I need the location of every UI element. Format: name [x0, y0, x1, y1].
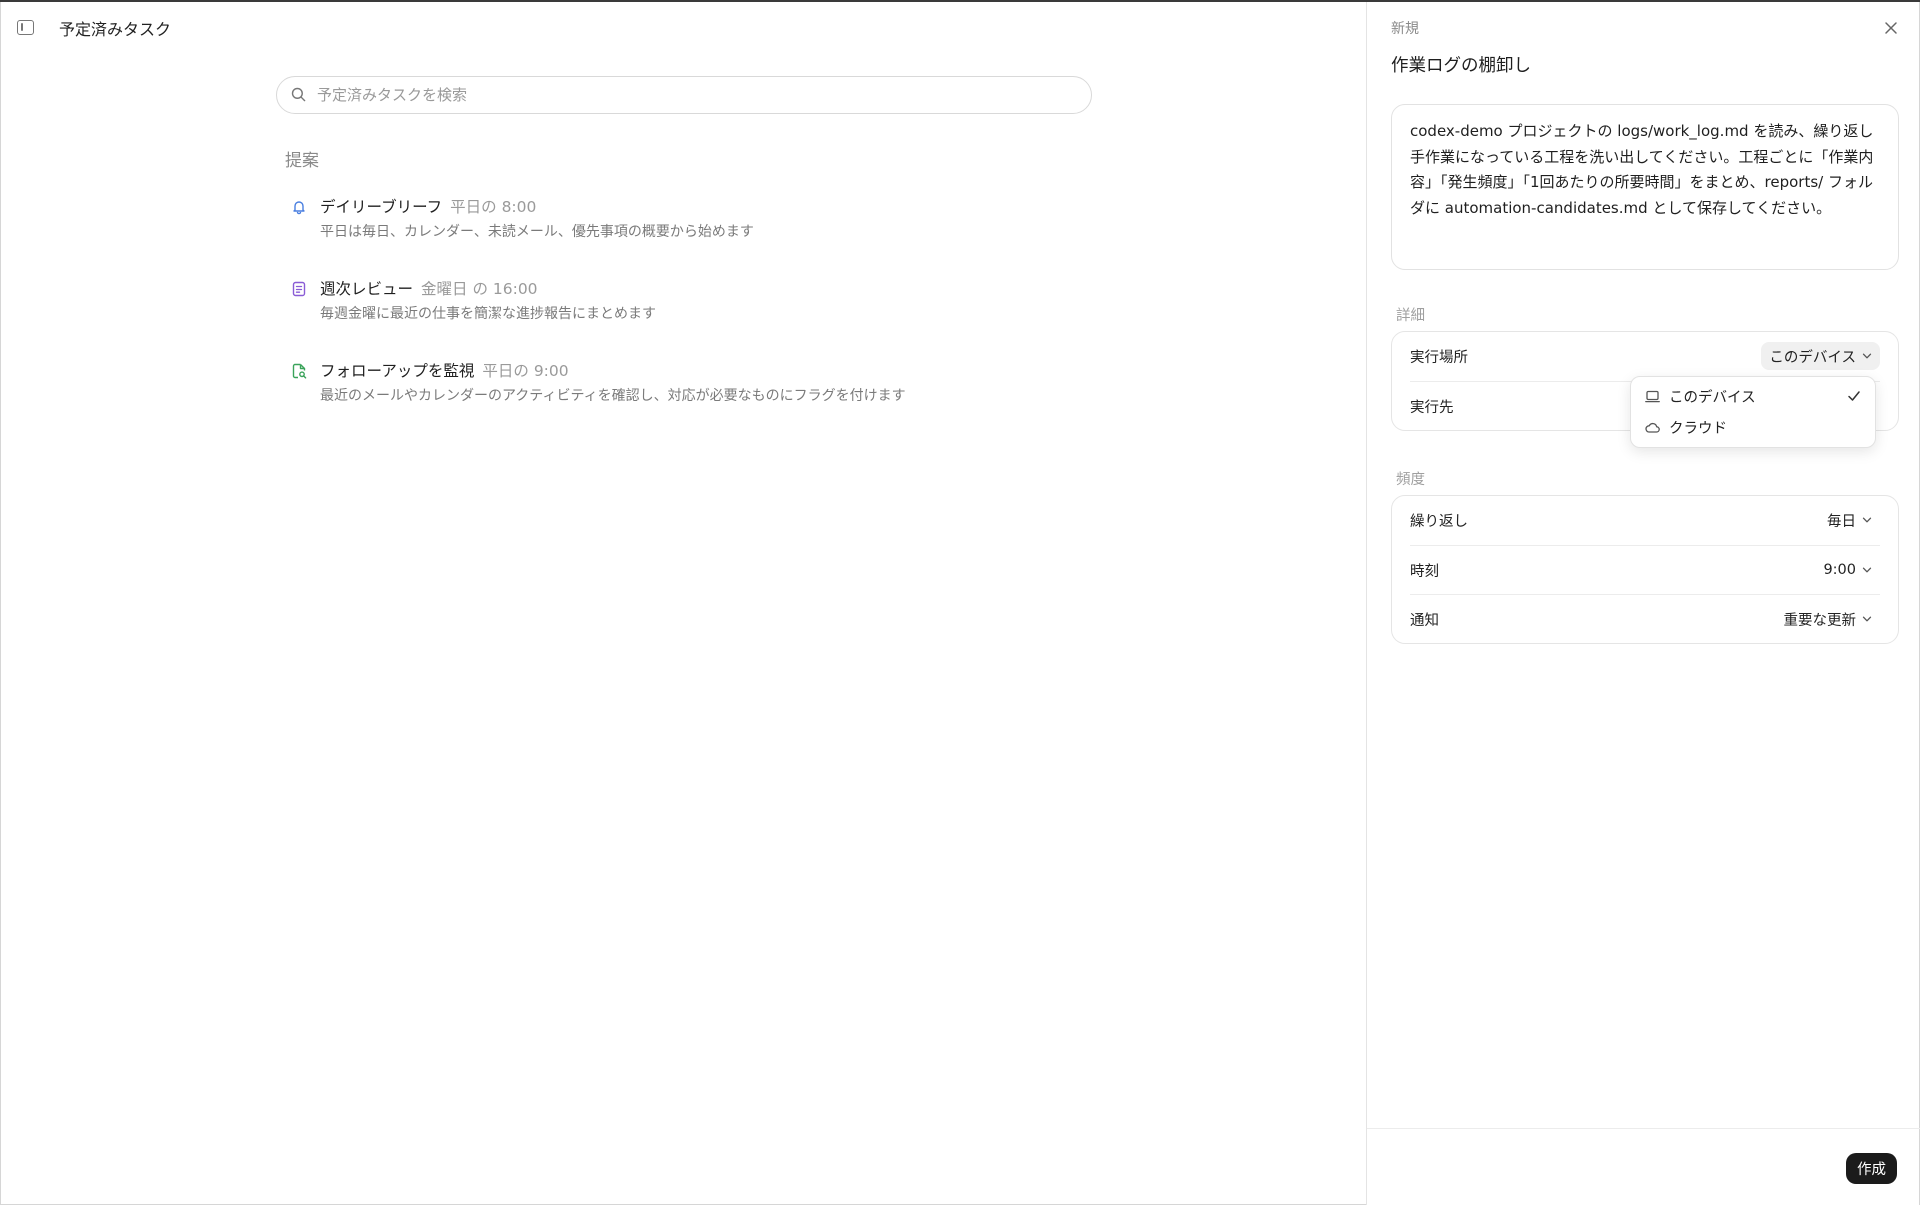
location-value: このデバイス: [1769, 349, 1856, 366]
dropdown-option-this-device[interactable]: このデバイス: [1631, 381, 1875, 412]
repeat-select[interactable]: 毎日: [1819, 506, 1880, 534]
prompt-textarea[interactable]: codex-demo プロジェクトの logs/work_log.md を読み、…: [1391, 104, 1899, 270]
repeat-value: 毎日: [1827, 513, 1856, 530]
location-select[interactable]: このデバイス: [1761, 342, 1880, 370]
notify-row: 通知 重要な更新: [1410, 594, 1880, 643]
suggestion-title: フォローアップを監視 平日の 9:00: [320, 359, 569, 381]
frequency-heading: 頻度: [1396, 472, 1425, 488]
dropdown-option-label: クラウド: [1669, 421, 1727, 437]
suggestion-weekly-review[interactable]: 週次レビュー 金曜日 の 16:00 毎週金曜に最近の仕事を簡潔な進捗報告にまとめ…: [286, 277, 1046, 335]
new-task-panel: 新規 作業ログの棚卸し codex-demo プロジェクトの logs/work…: [1366, 2, 1920, 1205]
prompt-text: codex-demo プロジェクトの logs/work_log.md を読み、…: [1410, 122, 1874, 217]
laptop-icon: [1645, 390, 1660, 403]
suggestion-title-text: 週次レビュー: [320, 280, 414, 298]
document-icon: [292, 281, 306, 297]
suggestion-description: 毎週金曜に最近の仕事を簡潔な進捗報告にまとめます: [320, 306, 656, 322]
cloud-icon: [1645, 422, 1660, 433]
chevron-down-icon: [1862, 517, 1872, 523]
notify-label: 通知: [1410, 613, 1439, 629]
suggestion-daily-brief[interactable]: デイリーブリーフ 平日の 8:00 平日は毎日、カレンダー、未読メール、優先事項の…: [286, 195, 1046, 253]
sidebar-toggle-icon[interactable]: [17, 20, 34, 35]
checkmark-icon: [1848, 391, 1860, 401]
notify-select[interactable]: 重要な更新: [1776, 605, 1881, 633]
chevron-down-icon: [1862, 353, 1872, 359]
repeat-row: 繰り返し 毎日: [1410, 496, 1880, 545]
suggestion-schedule: 平日の 8:00: [450, 198, 537, 216]
suggestion-title: デイリーブリーフ 平日の 8:00: [320, 195, 536, 217]
create-button[interactable]: 作成: [1846, 1153, 1897, 1184]
bell-icon: [293, 201, 305, 215]
target-label: 実行先: [1410, 400, 1454, 416]
dropdown-option-label: このデバイス: [1669, 390, 1756, 406]
search-bar[interactable]: [276, 76, 1092, 114]
close-icon[interactable]: [1881, 18, 1901, 38]
panel-mode-label: 新規: [1391, 21, 1419, 37]
suggestion-title: 週次レビュー 金曜日 の 16:00: [320, 277, 538, 299]
time-label: 時刻: [1410, 564, 1439, 580]
notify-value: 重要な更新: [1783, 612, 1857, 629]
search-icon: [291, 87, 306, 102]
chevron-down-icon: [1862, 567, 1872, 573]
frequency-card: 繰り返し 毎日 時刻 9:00 通知 重要な更新: [1391, 495, 1899, 644]
time-value: 9:00: [1823, 562, 1856, 578]
time-select[interactable]: 9:00: [1815, 556, 1880, 584]
footer-divider: [1367, 1128, 1920, 1129]
scheduled-tasks-pane: 予定済みタスク 提案 デイリーブリーフ平日の 8:00 平日は毎日、カレンダー、…: [0, 2, 1366, 1205]
task-title-field[interactable]: 作業ログの棚卸し: [1391, 52, 1531, 77]
suggestion-schedule: 金曜日 の 16:00: [421, 280, 538, 298]
page-title: 予定済みタスク: [59, 20, 172, 39]
repeat-label: 繰り返し: [1410, 514, 1468, 530]
dropdown-option-cloud[interactable]: クラウド: [1631, 412, 1875, 443]
suggestions-heading: 提案: [285, 151, 319, 171]
location-dropdown-menu: このデバイス クラウド: [1630, 376, 1876, 448]
suggestion-title-text: デイリーブリーフ: [320, 198, 443, 216]
details-heading: 詳細: [1396, 308, 1425, 324]
location-row: 実行場所 このデバイス: [1410, 332, 1880, 381]
suggestion-description: 平日は毎日、カレンダー、未読メール、優先事項の概要から始めます: [320, 224, 754, 240]
suggestion-follow-up[interactable]: フォローアップを監視 平日の 9:00 最近のメールやカレンダーのアクティビティを…: [286, 359, 1046, 417]
suggestion-schedule: 平日の 9:00: [482, 362, 569, 380]
search-input[interactable]: [317, 77, 1077, 113]
suggestion-description: 最近のメールやカレンダーのアクティビティを確認し、対応が必要なものにフラグを付け…: [320, 388, 906, 404]
suggestion-title-text: フォローアップを監視: [320, 362, 475, 380]
location-label: 実行場所: [1410, 350, 1468, 366]
file-search-icon: [292, 363, 307, 379]
time-row: 時刻 9:00: [1410, 545, 1880, 594]
chevron-down-icon: [1862, 616, 1872, 622]
